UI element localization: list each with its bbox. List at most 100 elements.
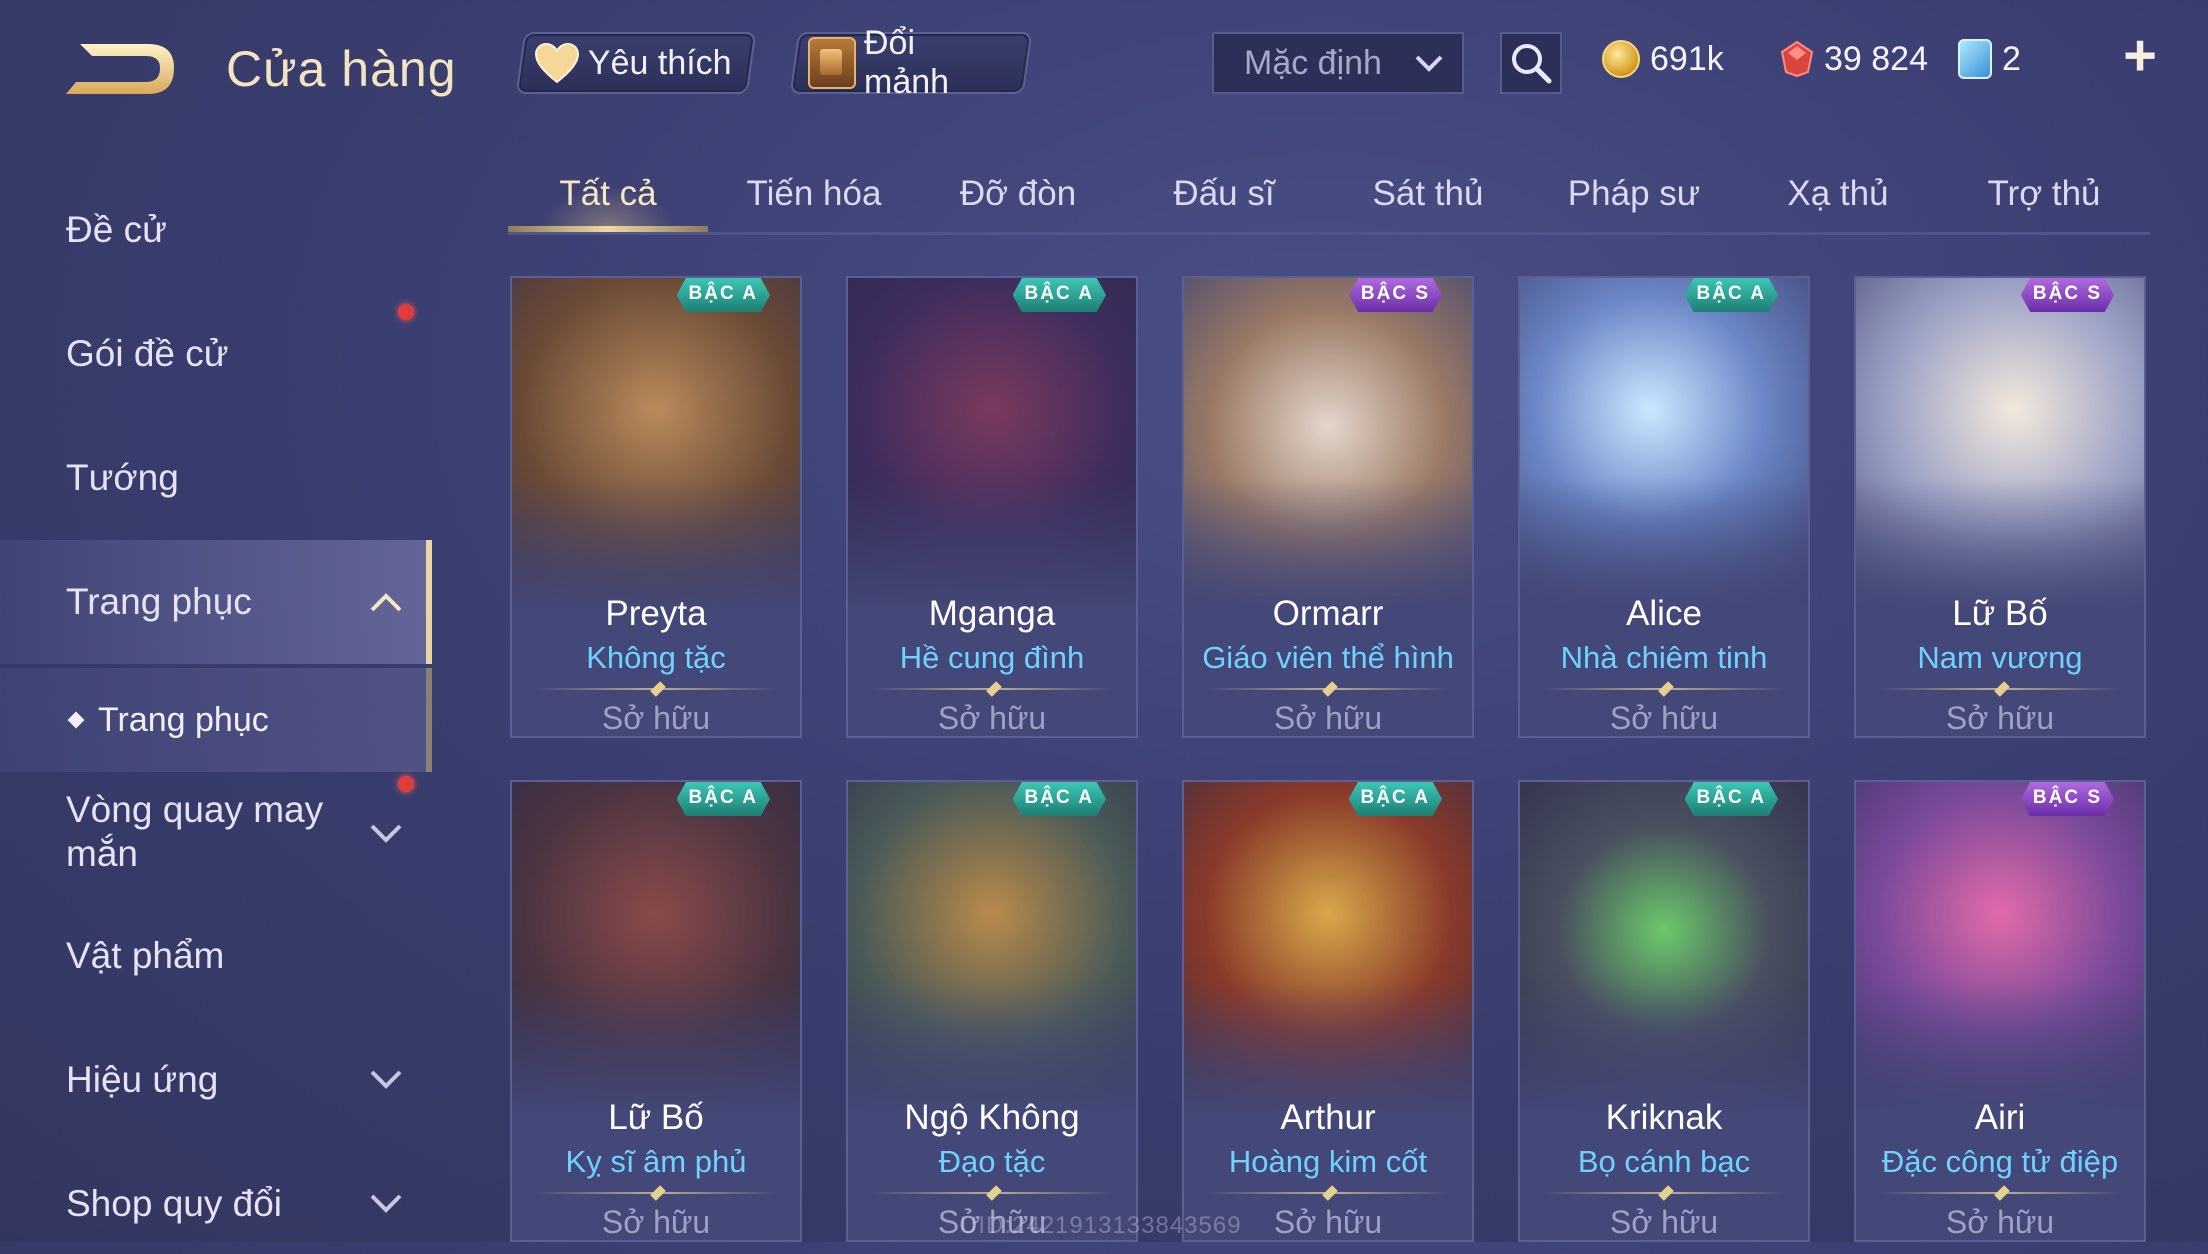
- hero-name: Lữ Bố: [1952, 594, 2048, 633]
- divider-gem-icon: [1994, 681, 2010, 697]
- voucher-icon: [1958, 39, 1992, 79]
- sidebar-item-label: Gói đề cử: [66, 333, 229, 374]
- ownership-status: Sở hữu: [1945, 700, 2055, 736]
- sidebar-item-label: Vòng quay may mắn: [66, 789, 324, 874]
- skin-name: Giáo viên thể hình: [1202, 640, 1454, 675]
- gem-amount: 39 824: [1824, 39, 1928, 78]
- sidebar-item-featured-bundles[interactable]: Gói đề cử: [0, 304, 432, 404]
- sidebar-item-label: Tướng: [66, 457, 179, 498]
- favorites-button[interactable]: Yêu thích: [515, 32, 757, 94]
- sidebar-item-heroes[interactable]: Tướng: [0, 428, 432, 528]
- ownership-status: Sở hữu: [1945, 1204, 2055, 1240]
- red-gem-icon: [1780, 40, 1814, 78]
- rank-badge: BẬC A: [676, 782, 770, 816]
- ownership-status: Sở hữu: [1609, 700, 1719, 736]
- tab-marksman[interactable]: Xạ thủ: [1738, 174, 1938, 234]
- sidebar-item-label: Đề cử: [66, 209, 167, 250]
- tab-tank[interactable]: Đỡ đòn: [918, 174, 1118, 234]
- gold-coin-icon: [1602, 40, 1640, 78]
- page-title: Cửa hàng: [226, 41, 457, 97]
- skin-name: Không tặc: [586, 640, 726, 675]
- sidebar-item-lucky-spin[interactable]: Vòng quay may mắn: [0, 776, 432, 884]
- skin-name: Hoàng kim cốt: [1228, 1144, 1428, 1179]
- sidebar-subitem-skins[interactable]: Trang phục: [0, 668, 432, 772]
- sidebar-item-skins[interactable]: Trang phục: [0, 540, 432, 664]
- divider-gem-icon: [1658, 681, 1674, 697]
- divider-gem-icon: [986, 681, 1002, 697]
- sidebar-item-effects[interactable]: Hiệu ứng: [0, 1030, 432, 1130]
- sidebar-item-label: Trang phục: [66, 581, 252, 622]
- tab-mage[interactable]: Pháp sư: [1534, 174, 1734, 234]
- skin-card[interactable]: BẬC A Preyta Không tặc Sở hữu: [510, 276, 802, 738]
- skin-card[interactable]: BẬC A Lữ Bố Kỵ sĩ âm phủ Sở hữu: [510, 780, 802, 1242]
- chevron-down-icon: [370, 1194, 402, 1213]
- ownership-status: Sở hữu: [601, 1204, 711, 1240]
- gold-balance: 691k: [1602, 34, 1724, 84]
- fragment-chest-icon: [808, 37, 856, 89]
- skin-card[interactable]: BẬC S Lữ Bố Nam vương Sở hữu: [1854, 276, 2146, 738]
- rank-badge: BẬC A: [1684, 278, 1778, 312]
- skin-name: Đạo tặc: [938, 1144, 1046, 1179]
- sidebar-item-label: Vật phẩm: [66, 935, 225, 976]
- divider-gem-icon: [986, 1185, 1002, 1201]
- rank-badge: BẬC A: [1012, 782, 1106, 816]
- rank-badge: BẬC A: [1012, 278, 1106, 312]
- hero-name: Ngộ Không: [904, 1098, 1080, 1137]
- skin-card[interactable]: BẬC S Ormarr Giáo viên thể hình Sở hữu: [1182, 276, 1474, 738]
- ownership-status: Sở hữu: [1273, 700, 1383, 736]
- rank-badge: BẬC S: [1348, 278, 1442, 312]
- skin-name: Bọ cánh bạc: [1577, 1144, 1751, 1179]
- rank-badge: BẬC A: [1348, 782, 1442, 816]
- skin-card[interactable]: BẬC A Ngộ Không Đạo tặc Sở hữu: [846, 780, 1138, 1242]
- skin-name: Nam vương: [1917, 640, 2083, 675]
- divider-gem-icon: [1322, 681, 1338, 697]
- sort-value: Mặc định: [1244, 43, 1382, 82]
- skin-name: Kỵ sĩ âm phủ: [565, 1144, 747, 1179]
- back-arrow-icon: [66, 44, 174, 94]
- ownership-status: Sở hữu: [937, 700, 1047, 736]
- sidebar-item-items[interactable]: Vật phẩm: [0, 906, 432, 1006]
- sidebar-item-featured[interactable]: Đề cử: [0, 180, 432, 280]
- hero-name: Airi: [1974, 1098, 2026, 1137]
- voucher-amount: 2: [2002, 39, 2021, 78]
- skin-name: Hề cung đình: [899, 640, 1085, 675]
- hero-name: Ormarr: [1272, 594, 1384, 633]
- chevron-down-icon: [370, 824, 402, 843]
- divider-gem-icon: [1322, 1185, 1338, 1201]
- skin-card[interactable]: BẬC A Arthur Hoàng kim cốt Sở hữu: [1182, 780, 1474, 1242]
- back-button[interactable]: [62, 38, 180, 102]
- sort-dropdown[interactable]: Mặc định: [1212, 32, 1464, 94]
- ownership-status: Sở hữu: [1609, 1204, 1719, 1240]
- hero-name: Preyta: [605, 594, 707, 633]
- skin-card[interactable]: BẬC A Kriknak Bọ cánh bạc Sở hữu: [1518, 780, 1810, 1242]
- chevron-up-icon: [370, 593, 402, 612]
- voucher-balance: 2: [1958, 34, 2021, 84]
- tab-fighter[interactable]: Đấu sĩ: [1124, 174, 1324, 234]
- hero-name: Kriknak: [1605, 1098, 1723, 1137]
- rank-badge: BẬC A: [676, 278, 770, 312]
- sidebar-item-exchange-shop[interactable]: Shop quy đổi: [0, 1154, 432, 1254]
- tab-assassin[interactable]: Sát thủ: [1328, 174, 1528, 234]
- exchange-fragments-button[interactable]: Đổi mảnh: [789, 24, 1033, 101]
- hero-name: Lữ Bố: [608, 1098, 704, 1137]
- divider-gem-icon: [1658, 1185, 1674, 1201]
- tab-all[interactable]: Tất cả: [508, 174, 708, 234]
- notification-dot: [398, 776, 414, 792]
- skin-card[interactable]: BẬC S Airi Đặc công tử điệp Sở hữu: [1854, 780, 2146, 1242]
- tab-support[interactable]: Trợ thủ: [1944, 174, 2144, 234]
- skin-card[interactable]: BẬC A Mganga Hề cung đình Sở hữu: [846, 276, 1138, 738]
- chevron-down-icon: [370, 1070, 402, 1089]
- uid-watermark: UID:2421913133843569: [960, 1212, 1242, 1239]
- divider-gem-icon: [650, 1185, 666, 1201]
- search-button[interactable]: [1500, 32, 1562, 94]
- sidebar-item-label: Shop quy đổi: [66, 1183, 283, 1224]
- rank-badge: BẬC A: [1684, 782, 1778, 816]
- hero-name: Mganga: [928, 594, 1056, 633]
- bullet-icon: [67, 711, 85, 729]
- skin-name: Đặc công tử điệp: [1881, 1144, 2119, 1179]
- sidebar-item-label: Hiệu ứng: [66, 1059, 219, 1100]
- add-currency-button[interactable]: +: [2118, 27, 2162, 85]
- sidebar-subitem-label: Trang phục: [98, 700, 269, 739]
- tab-evolution[interactable]: Tiến hóa: [714, 174, 914, 234]
- skin-card[interactable]: BẬC A Alice Nhà chiêm tinh Sở hữu: [1518, 276, 1810, 738]
